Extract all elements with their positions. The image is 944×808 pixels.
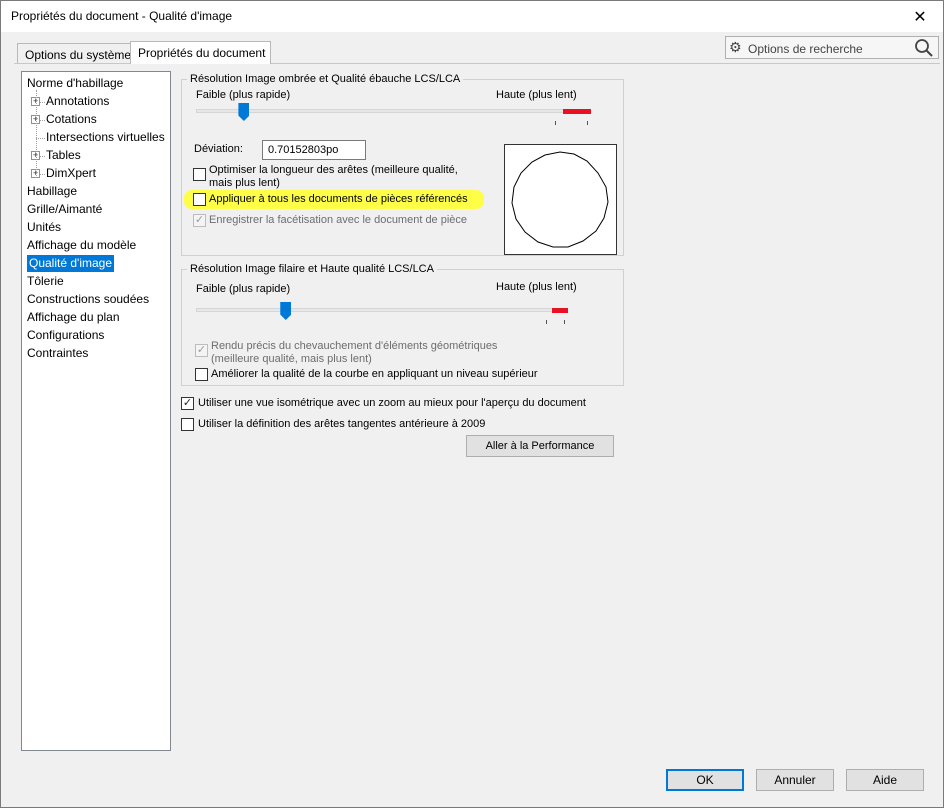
tree-item[interactable]: DimXpert bbox=[46, 165, 96, 182]
shaded-slider-tick bbox=[587, 121, 588, 125]
tab-options-systeme[interactable]: Options du système bbox=[17, 43, 131, 64]
optimize-edges-checkbox[interactable] bbox=[193, 168, 206, 181]
tree-item[interactable]: Configurations bbox=[27, 327, 104, 344]
tree-item[interactable]: Intersections virtuelles bbox=[46, 129, 165, 146]
shaded-slider-track[interactable] bbox=[196, 109, 591, 113]
gear-icon: ⚙ bbox=[729, 39, 742, 55]
ok-button[interactable]: OK bbox=[666, 769, 744, 791]
dialog-window: Propriétés du document - Qualité d'image… bbox=[0, 0, 944, 808]
optimize-edges-label-2: mais plus lent) bbox=[209, 177, 280, 189]
shaded-slider-high-zone bbox=[563, 109, 591, 114]
window-title: Propriétés du document - Qualité d'image bbox=[11, 9, 233, 23]
shaded-high-label: Haute (plus lent) bbox=[496, 89, 577, 101]
tree-item[interactable]: Constructions soudées bbox=[27, 291, 149, 308]
polygon-preview-icon bbox=[511, 151, 609, 248]
tree-item[interactable]: Habillage bbox=[27, 183, 77, 200]
magnifier-icon[interactable] bbox=[914, 38, 934, 58]
precise-overlap-label-2: (meilleure qualité, mais plus lent) bbox=[211, 353, 372, 365]
tangent-edges-checkbox[interactable] bbox=[181, 418, 194, 431]
save-tessellation-label: Enregistrer la facétisation avec le docu… bbox=[209, 214, 468, 226]
wireframe-slider-tick bbox=[564, 320, 565, 324]
optimize-edges-label: Optimiser la longueur des arêtes (meille… bbox=[209, 164, 458, 176]
tree-item[interactable]: Affichage du plan bbox=[27, 309, 120, 326]
tree-item[interactable]: Cotations bbox=[46, 111, 97, 128]
tree-item[interactable]: Tables bbox=[46, 147, 81, 164]
tree-item[interactable]: Contraintes bbox=[27, 345, 88, 362]
close-icon[interactable]: ✕ bbox=[897, 1, 943, 32]
shaded-group-legend: Résolution Image ombrée et Qualité ébauc… bbox=[187, 73, 464, 85]
isometric-view-checkbox[interactable]: ✓ bbox=[181, 397, 194, 410]
search-label: Options de recherche bbox=[748, 42, 863, 56]
tree-connector bbox=[36, 138, 45, 139]
isometric-view-label: Utiliser une vue isométrique avec un zoo… bbox=[198, 397, 586, 409]
wireframe-slider-track[interactable] bbox=[196, 308, 568, 312]
tree-item[interactable]: Grille/Aimanté bbox=[27, 201, 102, 218]
performance-button[interactable]: Aller à la Performance bbox=[466, 435, 614, 457]
cancel-button[interactable]: Annuler bbox=[756, 769, 834, 791]
shaded-low-label: Faible (plus rapide) bbox=[196, 89, 291, 101]
apply-all-label: Appliquer à tous les documents de pièces… bbox=[209, 193, 468, 205]
title-bar: Propriétés du document - Qualité d'image… bbox=[1, 1, 943, 32]
tree-item[interactable]: Unités bbox=[27, 219, 61, 236]
tree-item[interactable]: Norme d'habillage bbox=[27, 75, 123, 92]
search-options-box[interactable]: ⚙ Options de recherche bbox=[725, 36, 939, 59]
wireframe-high-label: Haute (plus lent) bbox=[496, 281, 577, 293]
tab-proprietes-document[interactable]: Propriétés du document bbox=[130, 41, 271, 64]
tessellation-preview bbox=[504, 144, 617, 255]
wireframe-group-legend: Résolution Image filaire et Haute qualit… bbox=[187, 263, 437, 275]
tree-item[interactable]: Tôlerie bbox=[27, 273, 64, 290]
precise-overlap-checkbox[interactable]: ✓ bbox=[195, 344, 208, 357]
wireframe-slider-high-zone bbox=[552, 308, 568, 313]
shaded-slider-tick bbox=[555, 121, 556, 125]
tree-item[interactable]: Qualité d'image bbox=[27, 255, 115, 272]
save-tessellation-checkbox[interactable]: ✓ bbox=[193, 214, 206, 227]
wireframe-slider-tick bbox=[546, 320, 547, 324]
precise-overlap-label: Rendu précis du chevauchement d'éléments… bbox=[211, 340, 498, 352]
improve-curve-checkbox[interactable] bbox=[195, 368, 208, 381]
apply-all-checkbox[interactable] bbox=[193, 193, 206, 206]
improve-curve-label: Améliorer la qualité de la courbe en app… bbox=[211, 368, 538, 380]
tree-item[interactable]: Annotations bbox=[46, 93, 109, 110]
tree-item[interactable]: Affichage du modèle bbox=[27, 237, 136, 254]
wireframe-low-label: Faible (plus rapide) bbox=[196, 283, 291, 295]
tangent-edges-label: Utiliser la définition des arêtes tangen… bbox=[198, 418, 486, 430]
category-tree: Norme d'habillage + Annotations + Cotations I… bbox=[21, 71, 171, 751]
deviation-input[interactable]: 0.70152803po bbox=[262, 140, 366, 160]
help-button[interactable]: Aide bbox=[846, 769, 924, 791]
deviation-label: Déviation: bbox=[194, 143, 243, 155]
tree-connector bbox=[36, 90, 37, 178]
